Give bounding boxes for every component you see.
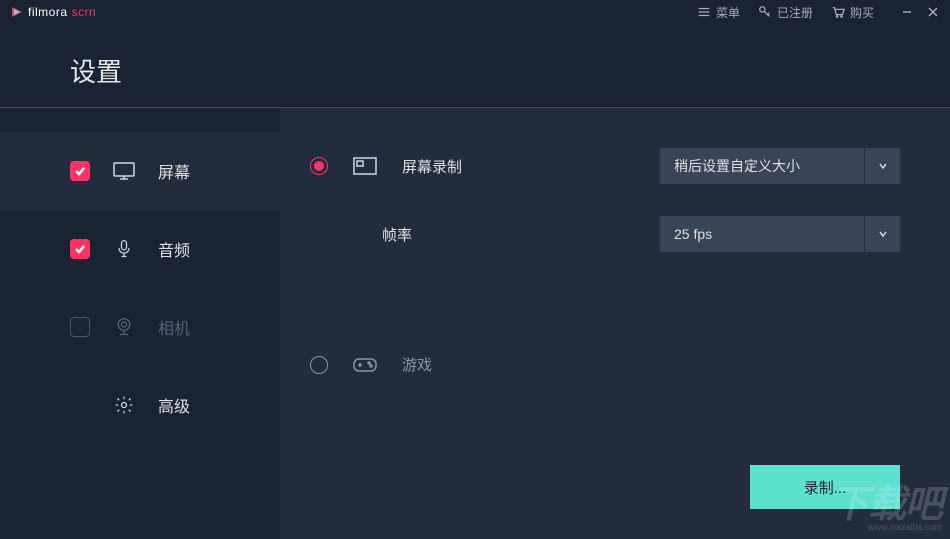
key-icon bbox=[758, 5, 772, 19]
main-panel: 屏幕录制 稍后设置自定义大小 帧率 25 fps 游戏 bbox=[280, 108, 950, 539]
sidebar-item-label: 相机 bbox=[158, 315, 190, 339]
record-button[interactable]: 录制... bbox=[750, 465, 900, 509]
minimize-icon bbox=[901, 6, 913, 18]
webcam-icon bbox=[112, 317, 136, 337]
camera-checkbox[interactable] bbox=[70, 317, 90, 337]
sidebar-item-label: 高级 bbox=[158, 393, 190, 417]
sidebar-item-camera[interactable]: 相机 bbox=[0, 288, 280, 366]
screen-size-dropdown[interactable]: 稍后设置自定义大小 bbox=[660, 148, 900, 184]
sidebar-item-screen[interactable]: 屏幕 bbox=[0, 132, 280, 210]
sidebar-item-advanced[interactable]: 高级 bbox=[0, 366, 280, 444]
chevron-down-icon bbox=[877, 228, 889, 240]
gamepad-icon bbox=[352, 355, 378, 375]
page-title: 设置 bbox=[70, 52, 950, 89]
screen-record-label: 屏幕录制 bbox=[402, 156, 502, 177]
filmora-logo-icon bbox=[10, 5, 24, 19]
audio-checkbox[interactable] bbox=[70, 239, 90, 259]
screen-checkbox[interactable] bbox=[70, 161, 90, 181]
microphone-icon bbox=[112, 239, 136, 259]
screen-size-value: 稍后设置自定义大小 bbox=[674, 156, 800, 176]
sidebar-item-audio[interactable]: 音频 bbox=[0, 210, 280, 288]
logo-text-sub: scrn bbox=[72, 5, 97, 19]
sidebar-item-label: 音频 bbox=[158, 237, 190, 261]
menu-label: 菜单 bbox=[716, 4, 740, 21]
page-header: 设置 bbox=[0, 24, 950, 107]
cart-icon bbox=[831, 5, 845, 19]
game-label: 游戏 bbox=[402, 354, 502, 375]
row-screen-record: 屏幕录制 稍后设置自定义大小 bbox=[310, 148, 900, 184]
logo-text-main: filmora bbox=[28, 5, 68, 19]
check-icon bbox=[74, 243, 86, 255]
dropdown-caret bbox=[864, 148, 900, 184]
dropdown-caret bbox=[864, 216, 900, 252]
buy-button[interactable]: 购买 bbox=[831, 4, 874, 21]
hamburger-icon bbox=[697, 5, 711, 19]
check-icon bbox=[74, 165, 86, 177]
registered-label: 已注册 bbox=[777, 4, 813, 21]
fps-label: 帧率 bbox=[382, 224, 478, 245]
gear-icon bbox=[112, 395, 136, 415]
titlebar: filmora scrn 菜单 已注册 购买 bbox=[0, 0, 950, 24]
close-button[interactable] bbox=[926, 5, 940, 19]
fps-value: 25 fps bbox=[674, 226, 712, 242]
minimize-button[interactable] bbox=[900, 5, 914, 19]
screen-record-radio[interactable] bbox=[310, 157, 328, 175]
app-logo: filmora scrn bbox=[10, 5, 96, 19]
game-radio[interactable] bbox=[310, 356, 328, 374]
fps-dropdown[interactable]: 25 fps bbox=[660, 216, 900, 252]
chevron-down-icon bbox=[877, 160, 889, 172]
buy-label: 购买 bbox=[850, 4, 874, 21]
sidebar: 屏幕 音频 相机 高级 bbox=[0, 108, 280, 539]
registered-button[interactable]: 已注册 bbox=[758, 4, 813, 21]
sidebar-item-label: 屏幕 bbox=[158, 159, 190, 183]
advanced-spacer bbox=[70, 395, 90, 415]
screen-rect-icon bbox=[352, 156, 378, 176]
close-icon bbox=[927, 6, 939, 18]
monitor-icon bbox=[112, 161, 136, 181]
row-game: 游戏 bbox=[310, 354, 900, 375]
record-button-label: 录制... bbox=[804, 477, 847, 498]
menu-button[interactable]: 菜单 bbox=[697, 4, 740, 21]
row-fps: 帧率 25 fps bbox=[310, 216, 900, 252]
